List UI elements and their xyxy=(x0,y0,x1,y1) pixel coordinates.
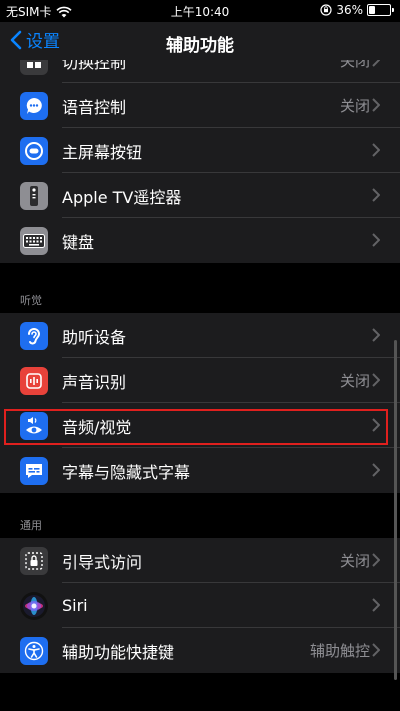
battery-percent: 36% xyxy=(336,3,363,17)
row-value: 关闭 xyxy=(339,97,370,115)
row-label: Siri xyxy=(62,596,88,615)
battery-icon xyxy=(367,4,394,16)
orientation-lock-icon xyxy=(320,4,332,16)
row-siri[interactable]: Siri xyxy=(0,583,400,628)
chevron-right-icon xyxy=(372,188,380,202)
row-label: Apple TV遥控器 xyxy=(62,187,182,207)
row-accessibility-shortcut[interactable]: 辅助功能快捷键 辅助触控 xyxy=(0,628,400,673)
section-header-general: 通用 xyxy=(0,493,400,538)
row-label: 语音控制 xyxy=(62,97,127,117)
row-value: 关闭 xyxy=(339,372,370,390)
ear-icon xyxy=(20,322,48,350)
voice-control-icon xyxy=(20,92,48,120)
row-sound-recognition[interactable]: 声音识别 关闭 xyxy=(0,358,400,403)
row-switch-control[interactable]: 切换控制 关闭 xyxy=(0,60,400,83)
chevron-right-icon xyxy=(372,553,380,567)
group-general: 引导式访问 关闭 Siri 辅助功能快捷键 辅助触控 xyxy=(0,538,400,673)
section-header-label: 听觉 xyxy=(20,294,42,307)
row-label: 字幕与隐藏式字幕 xyxy=(62,462,191,482)
navigation-bar: 设置 辅助功能 xyxy=(0,22,400,60)
home-button-icon xyxy=(20,137,48,165)
highlight-box xyxy=(4,409,388,445)
chevron-right-icon xyxy=(372,463,380,477)
row-value: 关闭 xyxy=(339,552,370,570)
battery-fill xyxy=(369,6,376,14)
sound-recognition-icon xyxy=(20,367,48,395)
subtitles-icon xyxy=(20,457,48,485)
chevron-right-icon xyxy=(372,373,380,387)
row-voice-control[interactable]: 语音控制 关闭 xyxy=(0,83,400,128)
guided-access-icon xyxy=(20,547,48,575)
row-value: 辅助触控 xyxy=(309,642,370,660)
keyboard-icon xyxy=(20,227,48,255)
row-value: 关闭 xyxy=(339,60,370,70)
chevron-right-icon xyxy=(372,60,380,67)
settings-list[interactable]: 切换控制 关闭 语音控制 关闭 主屏幕按钮 Apple TV遥控器 键盘 听觉 … xyxy=(0,60,400,711)
row-apple-tv-remote[interactable]: Apple TV遥控器 xyxy=(0,173,400,218)
row-label: 引导式访问 xyxy=(62,552,143,572)
chevron-right-icon xyxy=(372,233,380,247)
switch-control-icon xyxy=(20,60,48,75)
apple-tv-remote-icon xyxy=(20,182,48,210)
chevron-right-icon xyxy=(372,598,380,612)
row-label: 辅助功能快捷键 xyxy=(62,642,175,662)
scrollbar[interactable] xyxy=(394,340,397,680)
row-label: 切换控制 xyxy=(62,60,127,72)
status-right: 36% xyxy=(320,3,394,17)
chevron-right-icon xyxy=(372,143,380,157)
row-label: 声音识别 xyxy=(62,372,127,392)
chevron-right-icon xyxy=(372,643,380,657)
group-hearing: 助听设备 声音识别 关闭 音频/视觉 字幕与隐藏式字幕 xyxy=(0,313,400,493)
section-header-label: 通用 xyxy=(20,519,42,532)
group-interaction: 切换控制 关闭 语音控制 关闭 主屏幕按钮 Apple TV遥控器 键盘 xyxy=(0,60,400,263)
row-guided-access[interactable]: 引导式访问 关闭 xyxy=(0,538,400,583)
row-hearing-devices[interactable]: 助听设备 xyxy=(0,313,400,358)
status-bar: 无SIM卡 上午10:40 36% xyxy=(0,0,400,22)
siri-icon xyxy=(20,592,48,620)
row-label: 主屏幕按钮 xyxy=(62,142,143,162)
row-label: 键盘 xyxy=(62,232,95,252)
page-title: 辅助功能 xyxy=(166,36,234,56)
chevron-right-icon xyxy=(372,328,380,342)
section-header-hearing: 听觉 xyxy=(0,263,400,313)
row-subtitles-captioning[interactable]: 字幕与隐藏式字幕 xyxy=(0,448,400,493)
row-keyboard[interactable]: 键盘 xyxy=(0,218,400,263)
accessibility-shortcut-icon xyxy=(20,637,48,665)
row-home-button[interactable]: 主屏幕按钮 xyxy=(0,128,400,173)
row-label: 助听设备 xyxy=(62,327,127,347)
chevron-right-icon xyxy=(372,98,380,112)
